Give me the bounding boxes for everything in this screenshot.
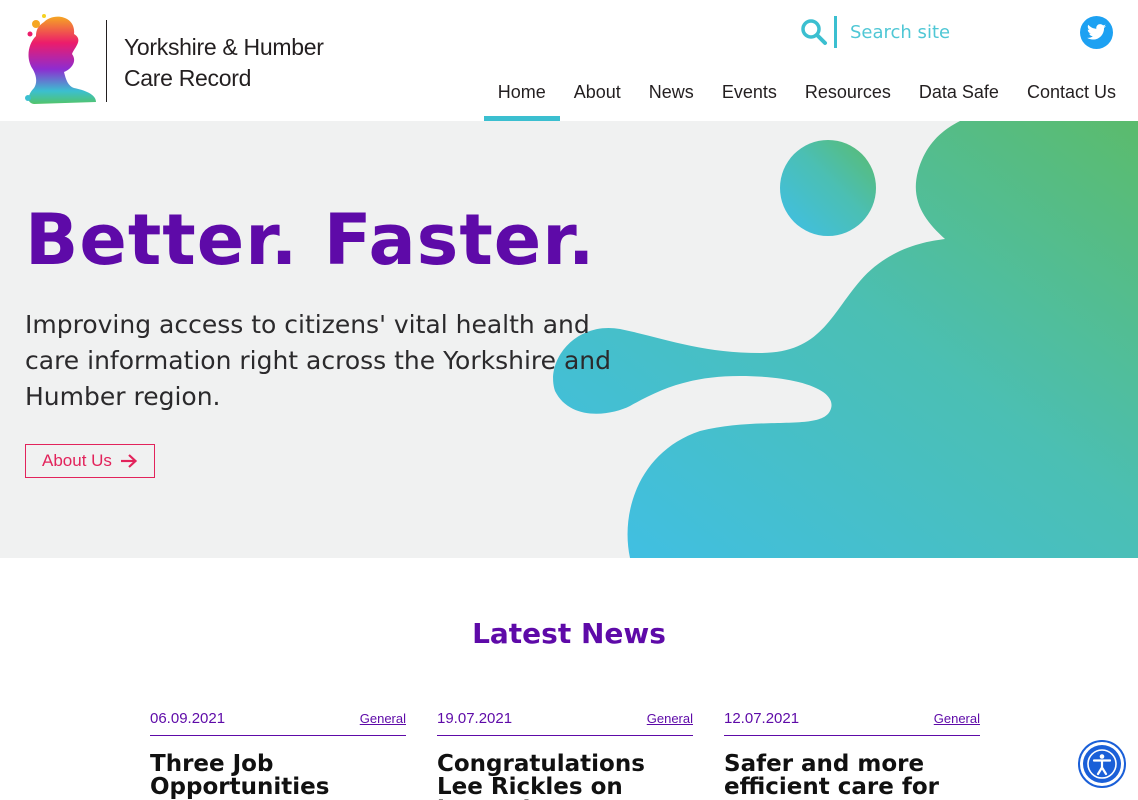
twitter-link[interactable] xyxy=(1080,16,1113,49)
news-meta: 06.09.2021 General xyxy=(150,710,406,736)
site-header: Yorkshire & Humber Care Record Home Abou… xyxy=(0,0,1138,121)
nav-item-home[interactable]: Home xyxy=(483,78,560,121)
hero-title: Better. Faster. xyxy=(25,199,596,281)
nav-item-about[interactable]: About xyxy=(560,78,635,121)
logo-line-2: Care Record xyxy=(124,65,252,91)
nav-item-events[interactable]: Events xyxy=(708,78,791,121)
logo-head-icon xyxy=(25,14,96,105)
news-category-link[interactable]: General xyxy=(647,711,693,726)
latest-news-heading: Latest News xyxy=(472,617,666,650)
logo-line-1: Yorkshire & Humber xyxy=(124,34,324,60)
site-search xyxy=(798,16,1028,48)
site-logo[interactable]: Yorkshire & Humber Care Record xyxy=(24,14,364,106)
logo-wordmark: Yorkshire & Humber Care Record xyxy=(124,32,324,94)
search-input[interactable] xyxy=(850,18,1020,46)
news-date: 12.07.2021 xyxy=(724,710,800,727)
logo-divider xyxy=(106,20,107,102)
search-separator xyxy=(834,16,837,48)
news-category-link[interactable]: General xyxy=(934,711,980,726)
nav-item-contact-us[interactable]: Contact Us xyxy=(1013,78,1130,121)
news-title-link[interactable]: Safer and more efficient care for xyxy=(724,753,980,799)
news-category-link[interactable]: General xyxy=(360,711,406,726)
nav-item-data-safe[interactable]: Data Safe xyxy=(905,78,1013,121)
search-icon[interactable] xyxy=(800,18,828,46)
news-meta: 12.07.2021 General xyxy=(724,710,980,736)
news-date: 19.07.2021 xyxy=(437,710,513,727)
news-title-link[interactable]: Congratulations Lee Rickles on becoming xyxy=(437,753,693,800)
main-nav: Home About News Events Resources Data Sa… xyxy=(483,78,1130,121)
news-card: 06.09.2021 General Three Job Opportuniti… xyxy=(150,710,406,799)
hero-banner: Better. Faster. Improving access to citi… xyxy=(0,121,1138,558)
nav-item-resources[interactable]: Resources xyxy=(791,78,905,121)
twitter-icon xyxy=(1087,24,1106,40)
news-card: 12.07.2021 General Safer and more effici… xyxy=(724,710,980,799)
news-title-link[interactable]: Three Job Opportunities xyxy=(150,753,406,799)
about-us-button-label: About Us xyxy=(42,451,112,470)
accessibility-icon xyxy=(1083,745,1121,783)
news-card: 19.07.2021 General Congratulations Lee R… xyxy=(437,710,693,800)
nav-item-news[interactable]: News xyxy=(635,78,708,121)
news-meta: 19.07.2021 General xyxy=(437,710,693,736)
news-date: 06.09.2021 xyxy=(150,710,226,727)
arrow-right-icon xyxy=(120,454,138,468)
accessibility-button[interactable] xyxy=(1078,740,1126,788)
about-us-button[interactable]: About Us xyxy=(25,444,155,478)
hero-description: Improving access to citizens' vital heal… xyxy=(25,310,612,411)
